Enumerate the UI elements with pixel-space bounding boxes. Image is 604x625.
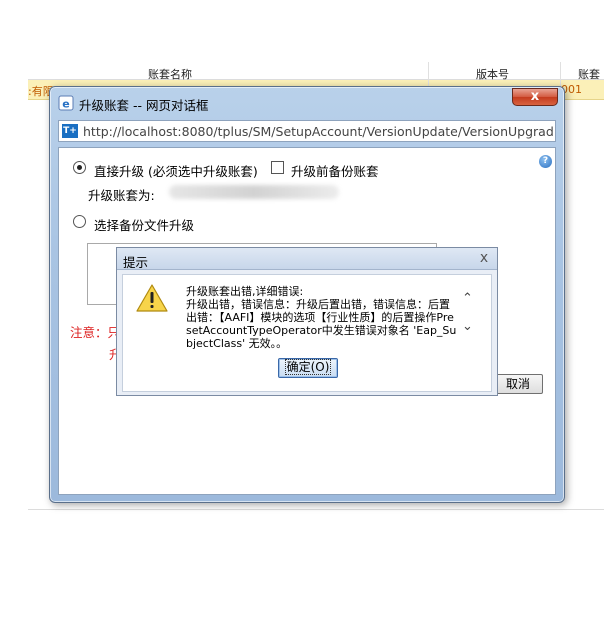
svg-text:e: e: [62, 98, 69, 111]
cancel-button[interactable]: 取消: [493, 374, 543, 394]
alert-message: 升级账套出错,详细错误: 升级出错，错误信息：升级后置出错，错误信息：后置出错：…: [186, 285, 457, 350]
upgrade-account-label: 升级账套为:: [88, 188, 155, 203]
warning-icon: [136, 284, 168, 312]
upgrade-account-value: [169, 185, 339, 199]
dialog-close-button[interactable]: x: [512, 88, 558, 106]
alert-close-button[interactable]: x: [476, 250, 492, 266]
direct-upgrade-label: 直接升级 (必须选中升级账套): [94, 164, 258, 179]
ie-page-icon: e: [58, 95, 74, 111]
message-scrollbar[interactable]: ⌃ ⌄: [460, 292, 476, 339]
error-alert: 提示 x 升级账套出错,详细错误: 升级出错，错误信息：升级后置出错，错误信息：…: [116, 247, 498, 396]
backup-before-checkbox[interactable]: [271, 161, 284, 174]
scroll-up-icon[interactable]: ⌃: [462, 292, 473, 305]
backup-before-label: 升级前备份账套: [291, 164, 379, 179]
alert-title: 提示: [123, 255, 149, 270]
address-url: http://localhost:8080/tplus/SM/SetupAcco…: [83, 124, 553, 139]
address-bar: T+ http://localhost:8080/tplus/SM/SetupA…: [58, 120, 556, 142]
dialog-title: 升级账套 -- 网页对话框: [79, 98, 209, 113]
ok-button-label: 确定(O): [284, 359, 332, 375]
note-text: 注意：只: [70, 325, 121, 340]
backup-file-radio[interactable]: [73, 215, 86, 228]
alert-title-bar: 提示 x: [117, 248, 497, 270]
tplus-icon: T+: [62, 124, 78, 138]
background-table-header: 账套名称 版本号 账套: [28, 62, 604, 81]
alert-body: 升级账套出错,详细错误: 升级出错，错误信息：升级后置出错，错误信息：后置出错：…: [122, 274, 492, 392]
help-icon[interactable]: ?: [539, 155, 552, 168]
scroll-down-icon[interactable]: ⌄: [462, 320, 473, 333]
ok-button[interactable]: 确定(O): [278, 358, 338, 378]
direct-upgrade-radio[interactable]: [73, 161, 86, 174]
backup-file-label: 选择备份文件升级: [94, 218, 195, 233]
